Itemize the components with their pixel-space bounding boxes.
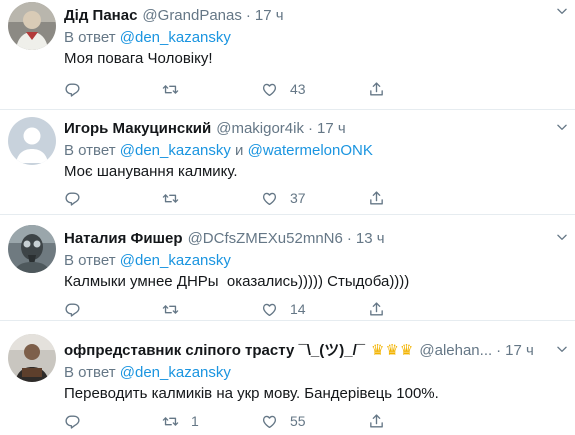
reply-conjunction: и — [235, 142, 244, 159]
timestamp[interactable]: 17 ч — [317, 119, 346, 139]
display-name[interactable]: офпредставник сліпого трасту ¯\_(ツ)_/¯ — [64, 341, 365, 361]
share-button[interactable] — [368, 411, 385, 431]
like-button[interactable]: 37 — [261, 188, 306, 208]
action-bar: 37 — [64, 188, 484, 208]
avatar[interactable] — [8, 334, 56, 382]
like-icon — [261, 301, 278, 318]
reply-mention[interactable]: @den_kazansky — [120, 252, 231, 269]
reply-mention[interactable]: @watermelonONK — [248, 142, 373, 159]
reply-prefix: В ответ — [64, 252, 116, 269]
share-icon — [368, 190, 385, 207]
retweet-button[interactable]: 1 — [162, 411, 199, 431]
retweet-button[interactable] — [162, 299, 191, 319]
action-bar: 43 — [64, 79, 484, 99]
action-bar: 14 — [64, 299, 484, 319]
share-button[interactable] — [368, 188, 385, 208]
tweet-text: Моє шанування калмику. — [64, 163, 238, 180]
retweet-button[interactable] — [162, 79, 191, 99]
reply-mention[interactable]: @den_kazansky — [120, 142, 231, 159]
retweet-count: 1 — [191, 413, 199, 429]
retweet-icon — [162, 301, 179, 318]
like-icon — [261, 413, 278, 430]
tweet-text: Калмыки умнее ДНРы оказались))))) Стыдоб… — [64, 273, 410, 290]
display-name[interactable]: Наталия Фишер — [64, 229, 183, 249]
reply-prefix: В ответ — [64, 29, 116, 46]
reply-mention[interactable]: @den_kazansky — [120, 364, 231, 381]
reply-prefix: В ответ — [64, 142, 116, 159]
reply-icon — [64, 301, 81, 318]
user-handle[interactable]: @makigor4ik — [216, 119, 304, 139]
tweet[interactable]: Игорь Макуцинский @makigor4ik · 17 ч В о… — [0, 110, 575, 215]
tweet-text: Переводить калмиків на укр мову. Бандері… — [64, 385, 439, 402]
share-icon — [368, 413, 385, 430]
user-handle[interactable]: @alehan... — [419, 341, 492, 361]
share-button[interactable] — [368, 79, 385, 99]
display-name[interactable]: Дід Панас — [64, 6, 137, 26]
tweet-header: Наталия Фишер @DCfsZMEXu52mnN6 · 13 ч — [64, 229, 565, 249]
like-icon — [261, 190, 278, 207]
reply-button[interactable] — [64, 188, 93, 208]
tweet[interactable]: Наталия Фишер @DCfsZMEXu52mnN6 · 13 ч В … — [0, 215, 575, 321]
like-icon — [261, 81, 278, 98]
reply-button[interactable] — [64, 299, 93, 319]
like-count: 37 — [290, 190, 306, 206]
action-bar: 1 55 — [64, 411, 484, 431]
tweet[interactable]: Дід Панас @GrandPanas · 17 ч В ответ @de… — [0, 0, 575, 110]
avatar[interactable] — [8, 2, 56, 50]
tweet-header: офпредставник сліпого трасту ¯\_(ツ)_/¯ ♛… — [64, 341, 565, 361]
like-count: 55 — [290, 413, 306, 429]
separator-dot: · — [307, 120, 313, 137]
tweet-text: Моя повага Чоловіку! — [64, 50, 213, 67]
reply-context: В ответ @den_kazansky и @watermelonONK — [64, 141, 565, 161]
share-button[interactable] — [368, 299, 385, 319]
user-handle[interactable]: @DCfsZMEXu52mnN6 — [188, 229, 343, 249]
separator-dot: · — [496, 342, 502, 359]
retweet-button[interactable] — [162, 188, 191, 208]
reply-button[interactable] — [64, 79, 93, 99]
caret-down-icon[interactable] — [555, 342, 569, 356]
reply-icon — [64, 190, 81, 207]
timestamp[interactable]: 17 ч — [505, 341, 534, 361]
separator-dot: · — [245, 7, 251, 24]
reply-context: В ответ @den_kazansky — [64, 251, 565, 271]
like-count: 14 — [290, 301, 306, 317]
like-count: 43 — [290, 81, 306, 97]
retweet-icon — [162, 190, 179, 207]
avatar[interactable] — [8, 117, 56, 165]
separator-dot: · — [346, 230, 352, 247]
tweet-header: Игорь Макуцинский @makigor4ik · 17 ч — [64, 119, 565, 139]
user-handle[interactable]: @GrandPanas — [142, 6, 241, 26]
like-button[interactable]: 55 — [261, 411, 306, 431]
avatar[interactable] — [8, 225, 56, 273]
reply-context: В ответ @den_kazansky — [64, 28, 565, 48]
like-button[interactable]: 43 — [261, 79, 306, 99]
tweet-header: Дід Панас @GrandPanas · 17 ч — [64, 6, 565, 26]
display-name[interactable]: Игорь Макуцинский — [64, 119, 211, 139]
reply-prefix: В ответ — [64, 364, 116, 381]
timestamp[interactable]: 13 ч — [356, 229, 385, 249]
retweet-icon — [162, 413, 179, 430]
reply-icon — [64, 413, 81, 430]
caret-down-icon[interactable] — [555, 230, 569, 244]
timestamp[interactable]: 17 ч — [255, 6, 284, 26]
share-icon — [368, 301, 385, 318]
retweet-icon — [162, 81, 179, 98]
tweet[interactable]: офпредставник сліпого трасту ¯\_(ツ)_/¯ ♛… — [0, 321, 575, 435]
reply-icon — [64, 81, 81, 98]
reply-mention[interactable]: @den_kazansky — [120, 29, 231, 46]
caret-down-icon[interactable] — [555, 4, 569, 18]
like-button[interactable]: 14 — [261, 299, 306, 319]
share-icon — [368, 81, 385, 98]
reply-context: В ответ @den_kazansky — [64, 363, 565, 383]
replies-feed: Дід Панас @GrandPanas · 17 ч В ответ @de… — [0, 0, 575, 435]
reply-button[interactable] — [64, 411, 93, 431]
crown-emoji: ♛♛♛ — [371, 342, 415, 359]
caret-down-icon[interactable] — [555, 120, 569, 134]
